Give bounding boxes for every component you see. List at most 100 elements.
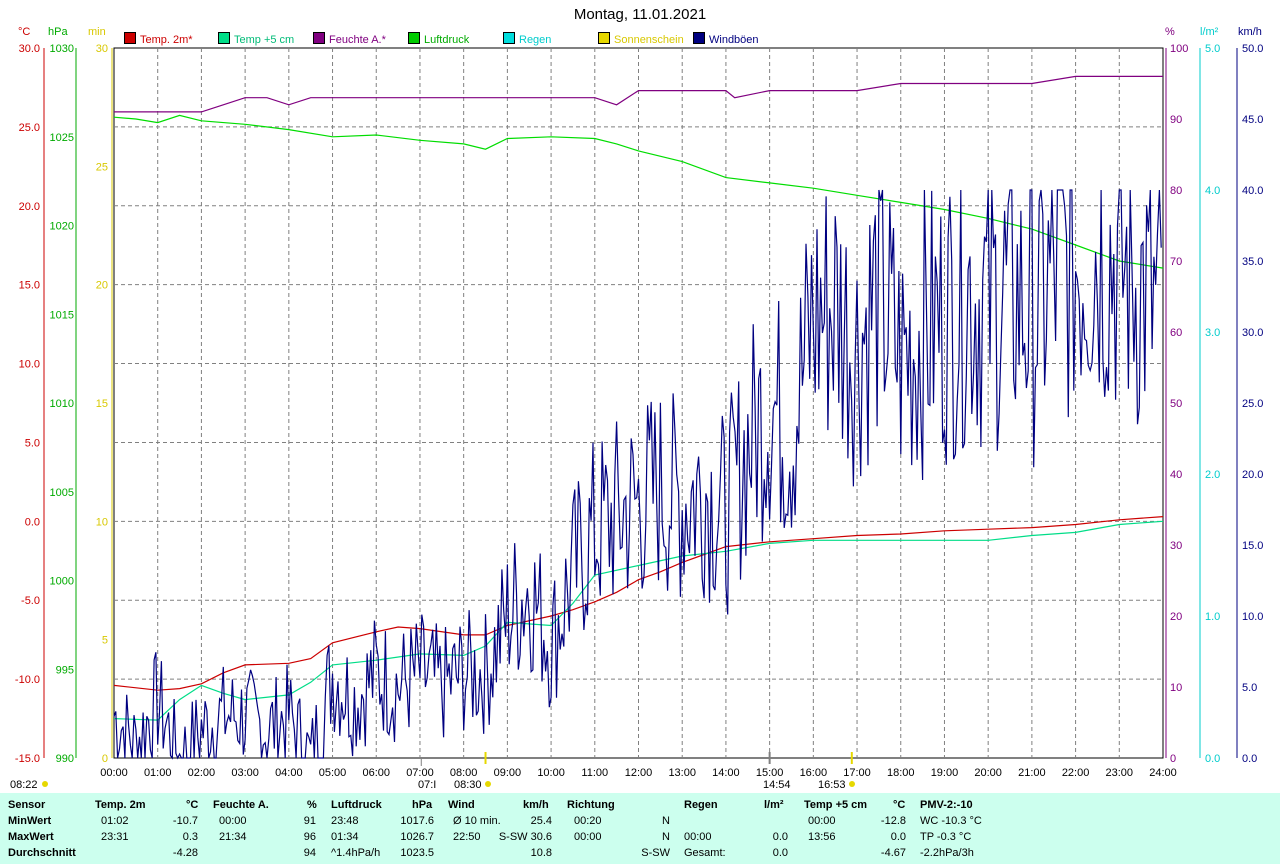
time-tick-label: 02:00	[188, 767, 216, 779]
time-tick-label: 13:00	[668, 767, 696, 779]
wind-tick-label: 10.0	[1242, 611, 1263, 623]
stats-header-humidity-unit: %	[307, 799, 317, 811]
temp-tick-label: 20.0	[19, 201, 40, 213]
stats-header-temp5: Temp +5 cm	[804, 799, 868, 811]
sun-icon	[42, 781, 48, 787]
stats-cell-r_val: 0.0	[772, 847, 788, 859]
sun-tick-label: 0	[102, 753, 108, 765]
time-tick-label: 00:00	[100, 767, 128, 779]
marker-label: 07:I	[418, 779, 436, 791]
sunrise-time-label: 08:22	[10, 779, 38, 791]
sun-tick-label: 20	[96, 280, 108, 292]
pressure-tick-label: 1005	[50, 487, 74, 499]
pressure-tick-label: 1030	[50, 43, 74, 55]
stats-cell-d_time: 00:20	[574, 815, 602, 827]
humidity-tick-label: 60	[1170, 327, 1182, 339]
time-tick-label: 16:00	[800, 767, 828, 779]
stats-cell-t2_time: 23:31	[101, 831, 129, 843]
stats-header-pressure-unit: hPa	[412, 799, 433, 811]
time-tick-label: 03:00	[231, 767, 259, 779]
marker-label: 16:53	[818, 779, 846, 791]
time-tick-label: 10:00	[537, 767, 565, 779]
stats-cell-h_val: 96	[303, 831, 316, 843]
pressure-tick-label: 1025	[50, 132, 74, 144]
stats-header-pressure: Luftdruck	[331, 799, 382, 811]
sun-tick-label: 5	[102, 635, 108, 647]
sun-tick-label: 10	[96, 516, 108, 528]
marker-label: 14:54	[763, 779, 791, 791]
sun-icon	[485, 781, 491, 787]
wind-tick-label: 0.0	[1242, 753, 1257, 765]
stats-cell-p_time: 23:48	[331, 815, 359, 827]
time-tick-label: 22:00	[1062, 767, 1090, 779]
temp-tick-label: 25.0	[19, 122, 40, 134]
temp-tick-label: 0.0	[25, 516, 40, 528]
stats-cell-label: MinWert	[8, 815, 52, 827]
wind-tick-label: 40.0	[1242, 185, 1263, 197]
stats-cell-d_val: N	[662, 815, 670, 827]
stats-cell-t2_time: 01:02	[101, 815, 129, 827]
stats-cell-t5_time: 00:00	[808, 815, 836, 827]
rain-tick-label: 3.0	[1205, 327, 1220, 339]
stats-cell-h_time: 00:00	[219, 815, 247, 827]
time-tick-label: 14:00	[712, 767, 740, 779]
temp-tick-label: 15.0	[19, 280, 40, 292]
time-tick-label: 20:00	[974, 767, 1002, 779]
time-tick-label: 12:00	[625, 767, 653, 779]
time-tick-label: 23:00	[1106, 767, 1134, 779]
sun-tick-label: 15	[96, 398, 108, 410]
stats-cell-h_val: 91	[303, 815, 316, 827]
time-tick-label: 07:00	[406, 767, 434, 779]
stats-cell-d_val: S-SW	[641, 847, 670, 859]
humidity-tick-label: 10	[1170, 682, 1182, 694]
stats-cell-r_time: 00:00	[684, 831, 712, 843]
time-tick-label: 17:00	[843, 767, 871, 779]
stats-cell-h_val: 94	[303, 847, 316, 859]
humidity-tick-label: 70	[1170, 256, 1182, 268]
time-tick-label: 06:00	[362, 767, 390, 779]
stats-cell-w_val: S-SW 30.6	[498, 831, 552, 843]
stats-cell-p_time: 01:34	[331, 831, 359, 843]
time-tick-label: 19:00	[931, 767, 959, 779]
stats-header-temp2m: Temp. 2m	[95, 799, 146, 811]
marker-label: 08:30	[454, 779, 482, 791]
wind-tick-label: 30.0	[1242, 327, 1263, 339]
stats-cell-label: Durchschnitt	[8, 847, 76, 859]
pressure-tick-label: 990	[56, 753, 74, 765]
time-tick-label: 05:00	[319, 767, 347, 779]
stats-cell-t2_val: -10.7	[172, 815, 198, 827]
stats-cell-p_val: 1023.5	[400, 847, 434, 859]
pressure-tick-label: 1000	[50, 576, 74, 588]
stats-panel: Sensor Temp. 2m °C Feuchte A. % Luftdruc…	[0, 793, 1280, 864]
wind-tick-label: 20.0	[1242, 469, 1263, 481]
stats-header-pmv: PMV-2:-10	[920, 799, 973, 811]
wind-tick-label: 5.0	[1242, 682, 1257, 694]
stats-header-wind: Wind	[448, 799, 475, 811]
sun-icon	[849, 781, 855, 787]
time-tick-label: 04:00	[275, 767, 303, 779]
humidity-tick-label: 40	[1170, 469, 1182, 481]
stats-header-temp5-unit: °C	[893, 799, 906, 811]
temp-tick-label: -15.0	[15, 753, 40, 765]
humidity-tick-label: 90	[1170, 114, 1182, 126]
rain-tick-label: 2.0	[1205, 469, 1220, 481]
stats-cell-label: MaxWert	[8, 831, 54, 843]
wind-tick-label: 35.0	[1242, 256, 1263, 268]
stats-header-direction: Richtung	[567, 799, 615, 811]
humidity-tick-label: 30	[1170, 540, 1182, 552]
time-tick-label: 15:00	[756, 767, 784, 779]
wind-tick-label: 25.0	[1242, 398, 1263, 410]
stats-header-sensor: Sensor	[8, 799, 46, 811]
stats-cell-pmv: WC -10.3 °C	[920, 815, 982, 827]
humidity-tick-label: 20	[1170, 611, 1182, 623]
time-tick-label: 21:00	[1018, 767, 1046, 779]
time-tick-label: 18:00	[887, 767, 915, 779]
rain-tick-label: 5.0	[1205, 43, 1220, 55]
pressure-tick-label: 1010	[50, 398, 74, 410]
stats-cell-w_val: 25.4	[530, 815, 552, 827]
stats-cell-t2_val: 0.3	[182, 831, 198, 843]
wind-tick-label: 45.0	[1242, 114, 1263, 126]
stats-cell-t5_val: 0.0	[890, 831, 906, 843]
stats-cell-t2_val: -4.28	[172, 847, 198, 859]
stats-header-humidity: Feuchte A.	[213, 799, 269, 811]
